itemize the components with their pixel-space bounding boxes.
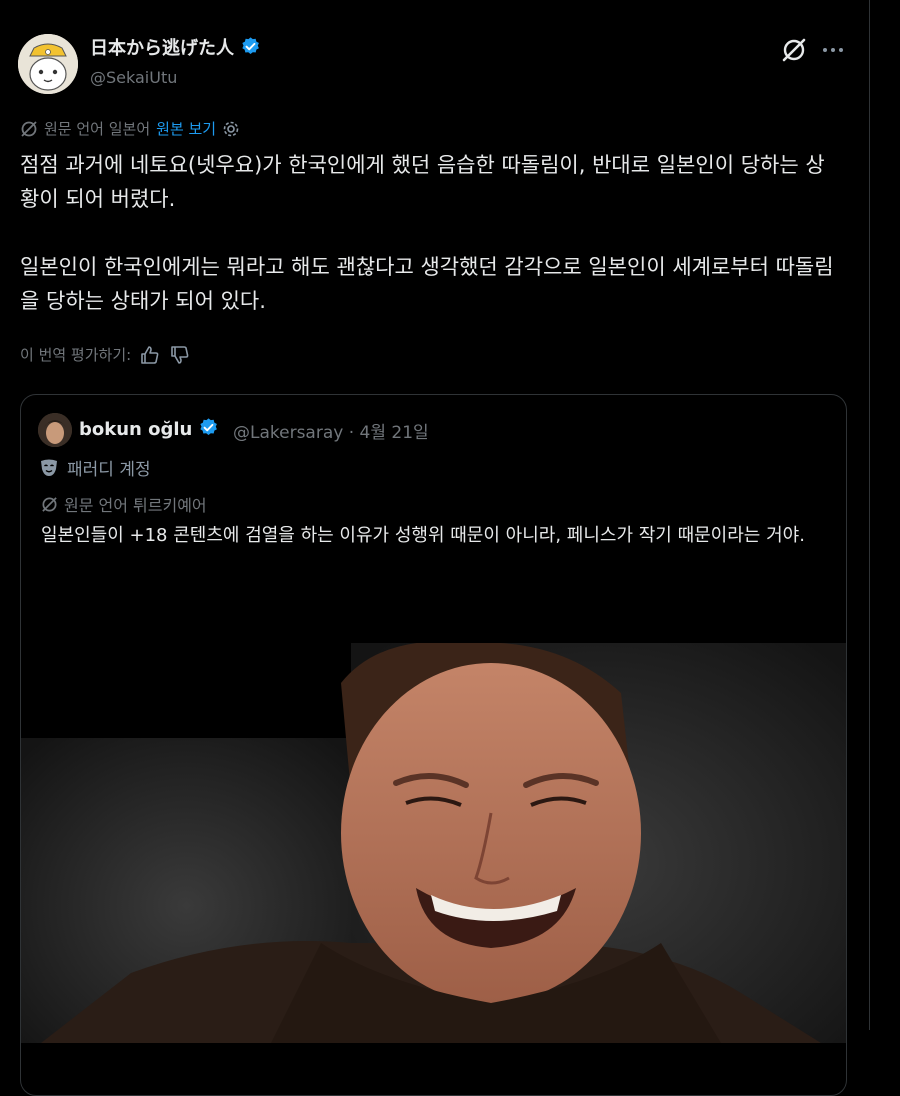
grok-icon[interactable]: [780, 36, 808, 64]
quote-author-name[interactable]: bokun oğlu: [79, 417, 219, 440]
quote-text: 일본인들이 +18 콘텐츠에 검열을 하는 이유가 성행위 때문이 아니라, 페…: [41, 525, 805, 546]
thumbs-down-icon[interactable]: [169, 345, 191, 365]
show-original-link[interactable]: 원본 보기: [156, 118, 216, 139]
author-display-name[interactable]: 日本から逃げた人: [90, 34, 261, 60]
parody-account-label: 패러디 계정: [39, 455, 151, 480]
author-handle[interactable]: @SekaiUtu: [90, 68, 177, 87]
timeline-border: [869, 0, 870, 1030]
parody-mask-icon: [41, 459, 57, 476]
quote-author-handle-date: @Lakersaray · 4월 21일: [233, 423, 429, 443]
thumbs-up-icon[interactable]: [139, 345, 161, 365]
quote-author-avatar[interactable]: [38, 413, 72, 447]
more-icon[interactable]: [820, 38, 848, 62]
settings-gear-icon[interactable]: [222, 120, 240, 138]
quote-media-image[interactable]: [21, 641, 846, 1043]
rate-translation-label: 이 번역 평가하기:: [20, 346, 132, 364]
rate-translation: 이 번역 평가하기:: [20, 344, 191, 365]
translation-info: 원문 언어 일본어 원본 보기: [20, 118, 240, 139]
author-avatar[interactable]: [18, 34, 78, 94]
translate-icon: [21, 120, 37, 137]
source-language-label: 원문 언어 일본어: [44, 120, 151, 138]
post-paragraph-1: 점점 과거에 네토요(넷우요)가 한국인에게 했던 음습한 따돌림이, 반대로 …: [20, 153, 825, 211]
quote-source-language: 원문 언어 튀르키예어: [41, 492, 207, 516]
post-text: 점점 과거에 네토요(넷우요)가 한국인에게 했던 음습한 따돌림이, 반대로 …: [20, 148, 840, 318]
verified-badge-icon: [242, 37, 259, 54]
verified-badge-icon: [200, 418, 218, 435]
translate-icon: [42, 496, 57, 512]
post-paragraph-2: 일본인이 한국인에게는 뭐라고 해도 괜찮다고 생각했던 감각으로 일본인이 세…: [20, 255, 834, 313]
quoted-post[interactable]: bokun oğlu @Lakersaray · 4월 21일 패러디 계정 원…: [20, 394, 847, 1096]
